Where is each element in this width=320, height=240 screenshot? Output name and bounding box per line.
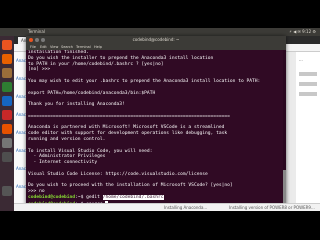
letterbox-bottom <box>0 211 320 240</box>
selected-path[interactable]: /home/codebind/.bashrc <box>102 194 164 200</box>
presentation-icon[interactable] <box>2 110 12 120</box>
command-text: gedit <box>86 194 103 200</box>
right-panel-text: ... <box>299 57 303 62</box>
software-center-icon[interactable] <box>2 124 12 134</box>
trash-icon[interactable] <box>2 186 12 196</box>
firefox-icon[interactable] <box>2 54 12 64</box>
terminal-titlebar[interactable]: codebind@codebind: ~ <box>26 36 286 44</box>
letterbox-top <box>0 0 320 28</box>
prompt-user: codebind@codebind <box>28 194 76 200</box>
placeholder-block <box>299 92 317 96</box>
system-top-panel: Terminal ⚡ ◀ ✉ 9:12 ⚙ <box>0 28 320 36</box>
terminal-line: You may wish to edit your .bashrc to pre… <box>28 78 261 84</box>
settings-icon[interactable] <box>2 138 12 148</box>
prompt-separator: :~$ <box>75 194 87 200</box>
system-tray[interactable]: ⚡ ◀ ✉ 9:12 ⚙ <box>289 28 316 36</box>
placeholder-block <box>299 82 317 86</box>
document-icon[interactable] <box>2 96 12 106</box>
launcher <box>0 36 14 211</box>
terminal-title: codebind@codebind: ~ <box>132 37 180 42</box>
files-icon[interactable] <box>2 68 12 78</box>
terminal-output[interactable]: installation finished. Do you wish the i… <box>28 50 284 208</box>
download-bar: Installing Anaconda... Installing versio… <box>14 203 320 211</box>
terminal-scrollbar[interactable] <box>283 50 286 208</box>
spreadsheet-icon[interactable] <box>2 82 12 92</box>
browser-right-panel: ... <box>296 52 320 211</box>
active-app-title: Terminal <box>28 29 45 34</box>
ubuntu-icon[interactable] <box>2 40 12 50</box>
placeholder-block <box>299 72 317 76</box>
terminal-icon[interactable] <box>2 152 12 162</box>
terminal-window[interactable]: codebind@codebind: ~ File Edit View Sear… <box>26 36 286 208</box>
